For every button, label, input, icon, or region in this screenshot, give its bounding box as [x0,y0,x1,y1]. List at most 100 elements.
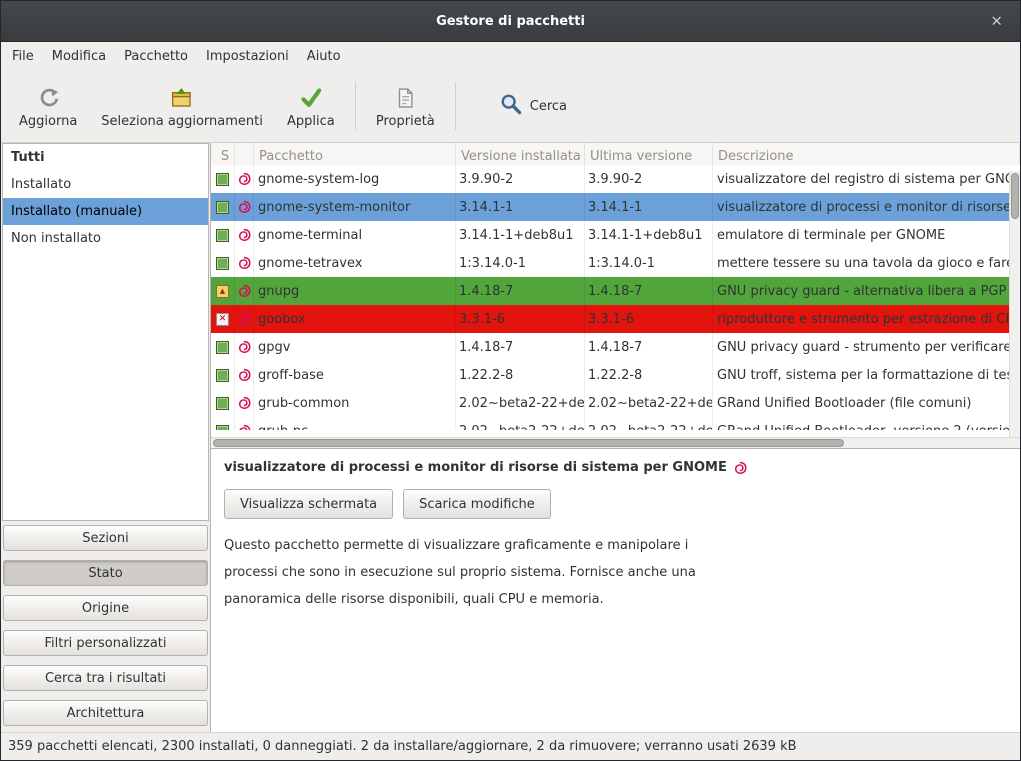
debian-swirl-icon [237,200,251,214]
table-row[interactable]: groff-base 1.22.2-8 1.22.2-8 GNU troff, … [211,361,1020,389]
sidebar: Tutti Installato Installato (manuale) No… [1,143,211,732]
apply-button[interactable]: Applica [275,75,347,137]
main-area: Tutti Installato Installato (manuale) No… [1,143,1020,732]
package-name: gnome-system-log [254,165,456,193]
installed-version: 1:3.14.0-1 [456,249,585,277]
filter-item[interactable]: Installato [3,171,208,198]
menu-item[interactable]: Modifica [43,42,115,70]
table-row[interactable]: gnupg 1.4.18-7 1.4.18-7 GNU privacy guar… [211,277,1020,305]
package-description: GNU troff, sistema per la formattazione … [713,361,1020,389]
table-row[interactable]: gnome-system-monitor 3.14.1-1 3.14.1-1 v… [211,193,1020,221]
details-title: visualizzatore di processi e monitor di … [224,460,1007,475]
package-status-icon [216,369,229,382]
package-rows: gnome-system-log 3.9.90-2 3.9.90-2 visua… [211,165,1020,430]
debian-swirl-icon [733,461,747,475]
package-name: grub-pc [254,417,456,430]
synaptic-window: Gestore di pacchetti × File Modifica Pac… [0,0,1021,761]
filter-item[interactable]: Non installato [3,225,208,252]
reload-label: Aggiorna [19,114,77,129]
debian-swirl-icon [237,228,251,242]
titlebar[interactable]: Gestore di pacchetti × [1,1,1020,42]
package-name: gnome-tetravex [254,249,456,277]
close-button[interactable]: × [985,11,1008,32]
reload-button[interactable]: Aggiorna [7,75,89,137]
package-description: visualizzatore di processi e monitor di … [713,193,1020,221]
package-description: mettere tessere su una tavola da gioco e… [713,249,1020,277]
filter-item[interactable]: Installato (manuale) [3,198,208,225]
sidebar-buttons: Sezioni Stato Origine Filtri personalizz… [2,525,209,726]
installed-version: 2.02~beta2-22+deb8u1 [456,417,585,430]
sidebar-mode-button[interactable]: Cerca tra i risultati [3,665,208,691]
properties-icon [395,83,415,109]
menu-item[interactable]: Impostazioni [197,42,298,70]
latest-version: 3.3.1-6 [585,305,713,333]
download-changelog-button[interactable]: Scarica modifiche [403,489,551,519]
package-description: GNU privacy guard - alternativa libera a… [713,277,1020,305]
sidebar-mode-label: Architettura [67,706,145,721]
package-name: gnupg [254,277,456,305]
window-title: Gestore di pacchetti [436,14,585,29]
installed-version: 2.02~beta2-22+deb8u1 [456,389,585,417]
sidebar-mode-label: Stato [88,566,122,581]
table-row[interactable]: gpgv 1.4.18-7 1.4.18-7 GNU privacy guard… [211,333,1020,361]
mark-upgrades-button[interactable]: Seleziona aggiornamenti [89,75,275,137]
details-pane: visualizzatore di processi e monitor di … [211,448,1020,732]
filter-list: Tutti Installato Installato (manuale) No… [2,143,209,521]
package-name: gpgv [254,333,456,361]
debian-swirl-icon [237,424,251,430]
sidebar-mode-button[interactable]: Origine [3,595,208,621]
description-line: Questo pacchetto permette di visualizzar… [224,532,1007,559]
latest-version: 1.22.2-8 [585,361,713,389]
table-row[interactable]: gnome-tetravex 1:3.14.0-1 1:3.14.0-1 met… [211,249,1020,277]
mark-upgrades-label: Seleziona aggiornamenti [101,114,263,129]
vertical-scrollbar[interactable] [1009,171,1020,437]
package-description: GRand Unified Bootloader (file comuni) [713,389,1020,417]
search-button[interactable]: Cerca [486,84,581,128]
package-status-icon [216,229,229,242]
sidebar-mode-button[interactable]: Stato [3,560,208,586]
filter-label: Non installato [11,231,101,246]
toolbar: Aggiorna Seleziona aggiornamenti Applica… [1,70,1020,143]
package-status-icon [216,201,229,214]
details-buttons: Visualizza schermata Scarica modifiche [224,489,1007,519]
filter-item[interactable]: Tutti [3,144,208,171]
status-text: 359 pacchetti elencati, 2300 installati,… [8,739,797,754]
menu-item[interactable]: File [3,42,43,70]
sidebar-mode-button[interactable]: Filtri personalizzati [3,630,208,656]
sidebar-mode-button[interactable]: Architettura [3,700,208,726]
installed-version: 1.4.18-7 [456,277,585,305]
statusbar: 359 pacchetti elencati, 2300 installati,… [1,732,1020,760]
view-screenshot-button[interactable]: Visualizza schermata [224,489,393,519]
package-description: emulatore di terminale per GNOME [713,221,1020,249]
debian-swirl-icon [237,368,251,382]
vertical-scrollbar-thumb[interactable] [1011,173,1019,219]
menu-item[interactable]: Aiuto [298,42,350,70]
horizontal-scrollbar-thumb[interactable] [213,439,844,447]
properties-button[interactable]: Proprietà [364,75,447,137]
table-row[interactable]: gnome-system-log 3.9.90-2 3.9.90-2 visua… [211,165,1020,193]
package-status-icon [216,425,229,431]
description-line: processi che sono in esecuzione sul prop… [224,559,1007,586]
sidebar-mode-label: Cerca tra i risultati [45,671,166,686]
latest-version: 1:3.14.0-1 [585,249,713,277]
package-name: gnome-terminal [254,221,456,249]
package-name: gnome-system-monitor [254,193,456,221]
menu-item[interactable]: Pacchetto [115,42,197,70]
installed-version: 3.9.90-2 [456,165,585,193]
search-label: Cerca [530,99,567,114]
sidebar-mode-button[interactable]: Sezioni [3,525,208,551]
toolbar-separator [455,82,456,130]
table-row[interactable]: gnome-terminal 3.14.1-1+deb8u1 3.14.1-1+… [211,221,1020,249]
apply-label: Applica [287,114,335,129]
table-row[interactable]: grub-pc 2.02~beta2-22+deb8u1 2.02~beta2-… [211,417,1020,430]
table-row[interactable]: goobox 3.3.1-6 3.3.1-6 riproduttore e st… [211,305,1020,333]
installed-version: 3.3.1-6 [456,305,585,333]
table-row[interactable]: grub-common 2.02~beta2-22+deb8u1 2.02~be… [211,389,1020,417]
package-name: grub-common [254,389,456,417]
horizontal-scrollbar[interactable] [211,437,1020,448]
package-description: visualizzatore del registro di sistema p… [713,165,1020,193]
toolbar-separator [355,82,356,130]
package-name: groff-base [254,361,456,389]
search-icon [500,93,522,119]
package-list: gnome-system-log 3.9.90-2 3.9.90-2 visua… [211,165,1020,430]
